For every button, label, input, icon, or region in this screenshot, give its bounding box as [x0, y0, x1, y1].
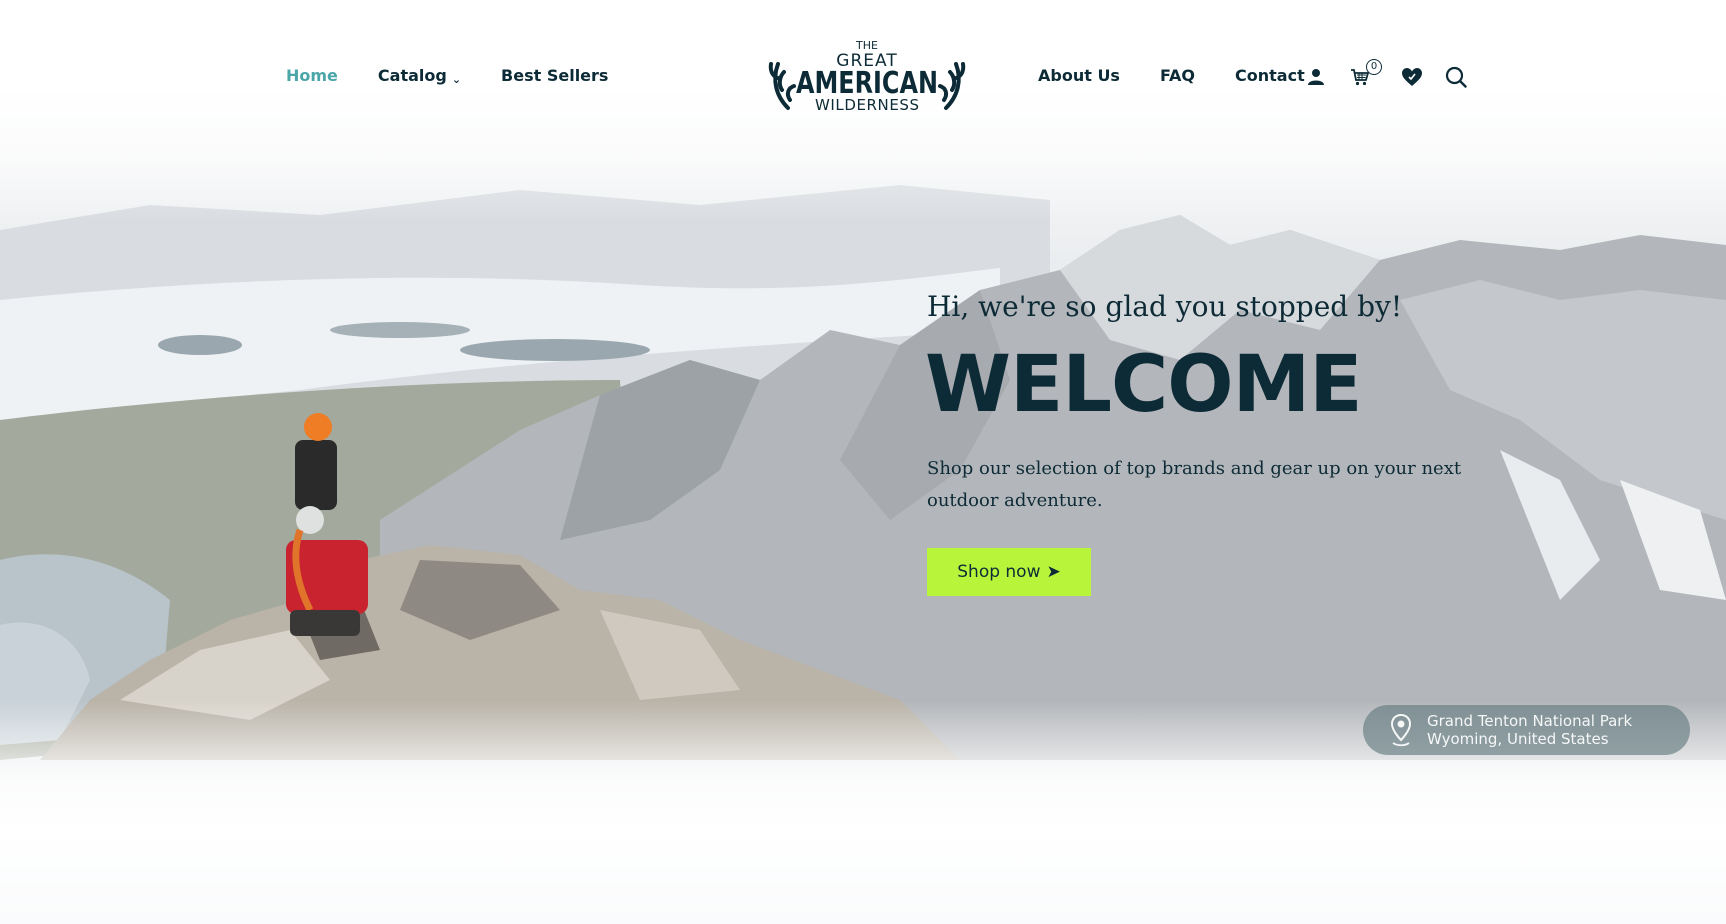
- hero-greeting: Hi, we're so glad you stopped by!: [927, 290, 1403, 323]
- heart-icon[interactable]: [1400, 65, 1424, 89]
- brand-logo[interactable]: THE GREAT AMERICAN WILDERNESS: [768, 38, 966, 114]
- location-badge: Grand Tenton National Park Wyoming, Unit…: [1363, 705, 1690, 755]
- nav-home-link[interactable]: Home: [286, 66, 338, 88]
- shop-now-label: Shop now: [957, 562, 1041, 582]
- nav-catalog-label: Catalog: [377, 66, 447, 85]
- nav-faq-link[interactable]: FAQ: [1160, 66, 1195, 86]
- user-icon[interactable]: [1304, 65, 1328, 89]
- map-pin-icon: [1390, 713, 1412, 747]
- chevron-down-icon: ⌄: [451, 73, 462, 86]
- primary-nav-left: Home Catalog ⌄ Best Sellers: [286, 66, 608, 88]
- arrow-right-icon: ➤: [1046, 562, 1061, 582]
- hero-title: WELCOME: [925, 340, 1362, 430]
- header-icons: 0: [1304, 59, 1468, 92]
- hero-tagline: Shop our selection of top brands and gea…: [927, 458, 1462, 511]
- logo-text-wilderness: WILDERNESS: [815, 96, 919, 114]
- search-icon[interactable]: [1444, 65, 1468, 89]
- nav-contact-link[interactable]: Contact: [1235, 66, 1305, 86]
- shop-now-button[interactable]: Shop now ➤: [927, 548, 1091, 596]
- primary-nav-right: About Us FAQ Contact: [1038, 66, 1305, 86]
- nav-catalog-link[interactable]: Catalog ⌄: [378, 66, 461, 88]
- antler-logo-icon: THE GREAT AMERICAN WILDERNESS: [768, 39, 966, 114]
- nav-about-link[interactable]: About Us: [1038, 66, 1120, 86]
- location-park: Grand Tenton National Park: [1427, 712, 1633, 730]
- location-text: Grand Tenton National Park Wyoming, Unit…: [1427, 712, 1632, 748]
- cart-icon[interactable]: 0: [1348, 59, 1382, 89]
- location-region: Wyoming, United States: [1427, 730, 1609, 748]
- nav-best-sellers-link[interactable]: Best Sellers: [501, 66, 608, 88]
- cart-count-badge: 0: [1366, 59, 1382, 75]
